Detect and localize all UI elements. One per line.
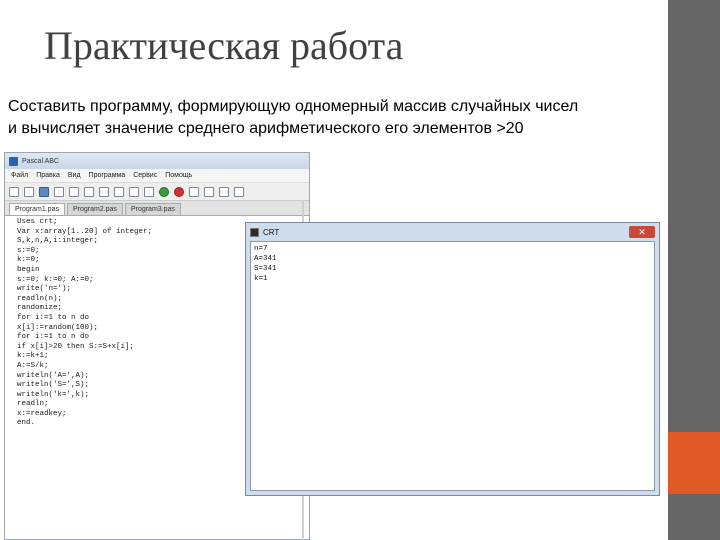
close-icon[interactable]: ✕ (629, 226, 655, 238)
print-icon[interactable] (69, 186, 79, 197)
step-over-icon[interactable] (204, 186, 214, 197)
slide-task-text: Составить программу, формирующую одномер… (8, 96, 658, 140)
new-file-icon[interactable] (9, 186, 19, 197)
save-all-icon[interactable] (54, 186, 64, 197)
menu-program[interactable]: Программа (89, 172, 126, 179)
output-line: A=341 (254, 255, 277, 263)
slide-accent-block (668, 432, 720, 494)
run-icon[interactable] (159, 186, 169, 197)
paste-icon[interactable] (114, 186, 124, 197)
slide-title: Практическая работа (44, 23, 404, 68)
options-icon[interactable] (234, 186, 244, 197)
output-line: k=1 (254, 275, 268, 283)
task-text-line-1: Составить программу, формирующую одномер… (8, 98, 579, 115)
ide-window-title: Pascal ABC (22, 157, 59, 165)
menu-help[interactable]: Помощь (165, 172, 192, 179)
menu-service[interactable]: Сервис (133, 172, 157, 179)
step-into-icon[interactable] (189, 186, 199, 197)
redo-icon[interactable] (144, 186, 154, 197)
save-icon[interactable] (39, 186, 49, 197)
crt-titlebar: CRT (246, 223, 659, 241)
crt-window-icon (250, 227, 259, 237)
open-file-icon[interactable] (24, 186, 34, 197)
watch-icon[interactable] (219, 186, 229, 197)
tab-program2[interactable]: Program2.pas (66, 203, 123, 215)
ide-toolbar (5, 183, 309, 201)
stop-icon[interactable] (174, 186, 184, 197)
ide-titlebar: Pascal ABC (5, 153, 309, 169)
task-text-line-2: и вычисляет значение среднего арифметиче… (8, 120, 524, 137)
crt-window: CRT ✕ n=7 A=341 S=341 k=1 (245, 222, 660, 496)
copy-icon[interactable] (99, 186, 109, 197)
slide-side-band (668, 0, 720, 540)
tab-program1[interactable]: Program1.pas (9, 203, 65, 215)
crt-output-area: n=7 A=341 S=341 k=1 (250, 241, 655, 491)
crt-window-title: CRT (263, 227, 280, 237)
cut-icon[interactable] (84, 186, 94, 197)
menu-edit[interactable]: Правка (36, 172, 60, 179)
output-line: S=341 (254, 265, 277, 273)
tab-program3[interactable]: Program3.pas (124, 203, 181, 215)
menu-file[interactable]: Файл (11, 172, 28, 179)
ide-menubar: Файл Правка Вид Программа Сервис Помощь (5, 169, 309, 183)
menu-view[interactable]: Вид (68, 172, 81, 179)
undo-icon[interactable] (129, 186, 139, 197)
pascal-app-icon (9, 156, 18, 166)
output-line: n=7 (254, 245, 268, 253)
editor-tabs: Program1.pas Program2.pas Program3.pas (5, 201, 309, 216)
